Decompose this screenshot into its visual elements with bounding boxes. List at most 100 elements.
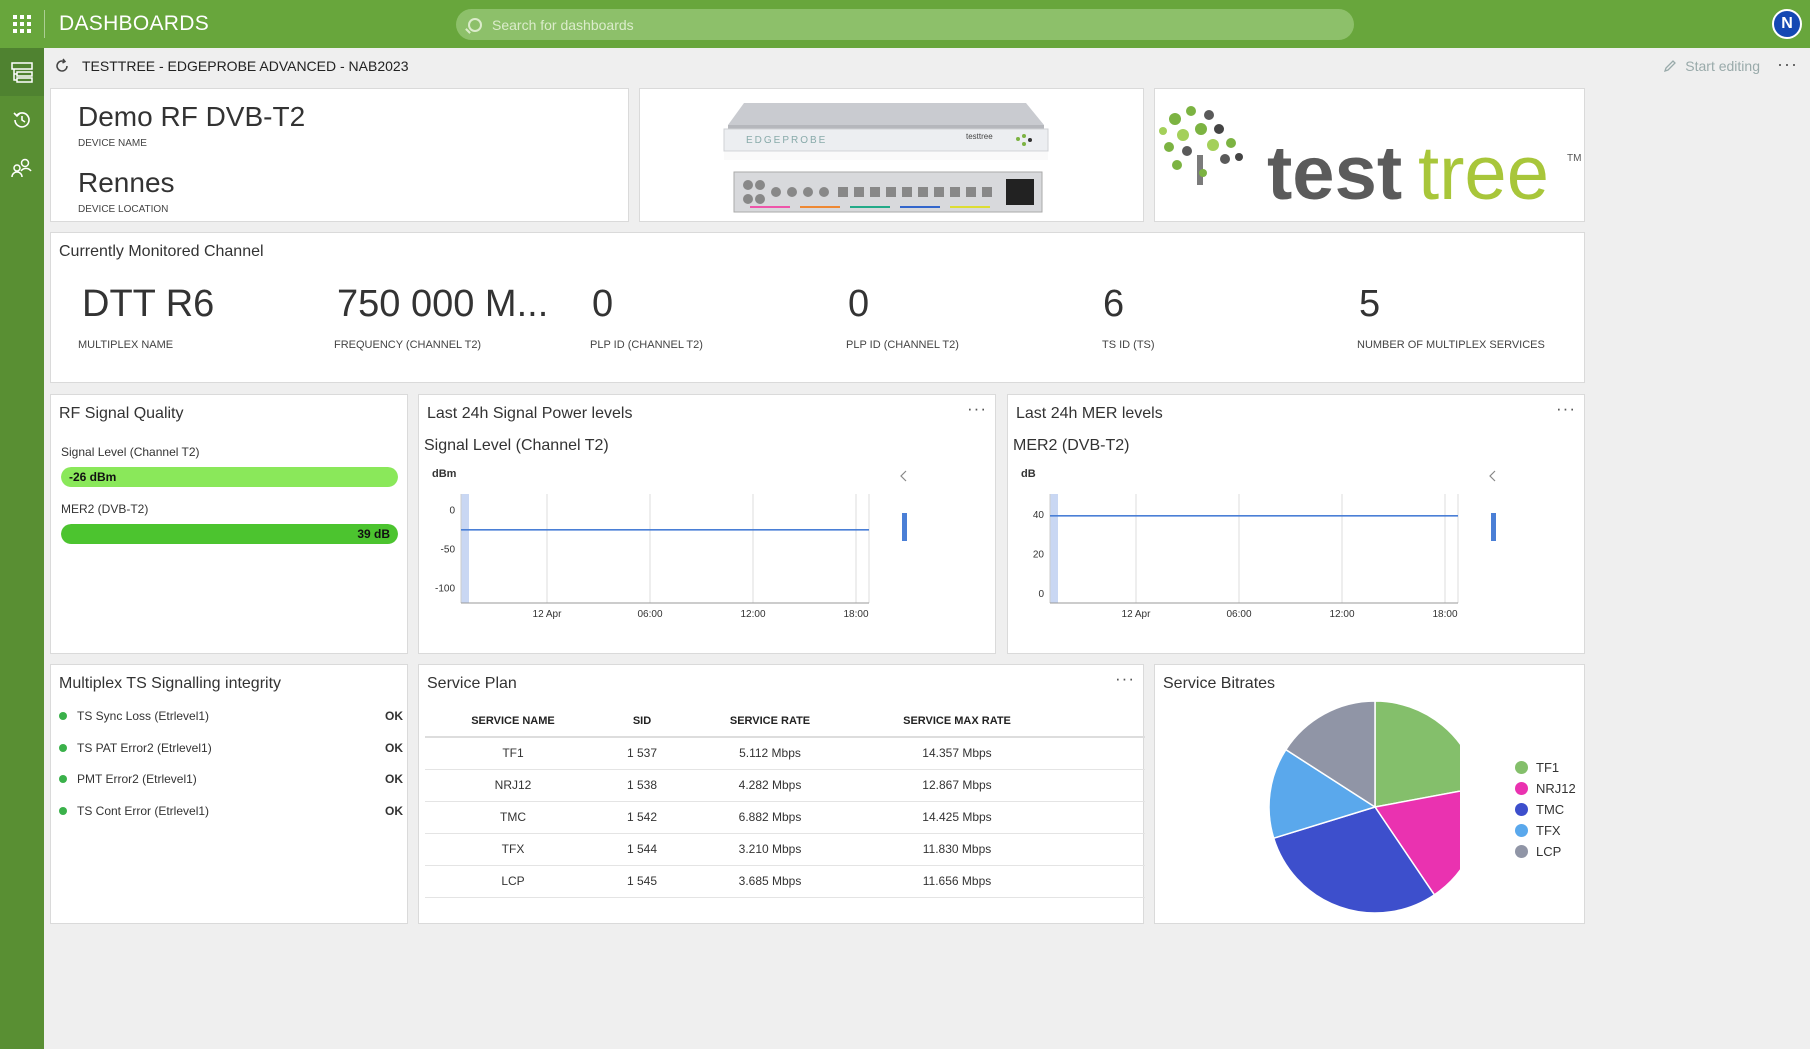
more-options-icon[interactable]: ···: [1777, 54, 1798, 75]
cell-rate: 6.882 Mbps: [683, 801, 857, 834]
logo-text-tree: tree: [1418, 131, 1549, 216]
pencil-icon: [1664, 60, 1677, 73]
legend-item[interactable]: LCP: [1515, 844, 1561, 859]
signal-line-chart: dBm 12 Apr 06:00 12:00 18:00 0 -50 -100: [432, 468, 907, 620]
list-item: TS Cont Error (Etrlevel1) OK: [59, 801, 407, 821]
cell-rate: 4.282 Mbps: [683, 769, 857, 802]
list-item: TS PAT Error2 (Etrlevel1) OK: [59, 738, 407, 758]
multiplex-name-value: DTT R6: [82, 283, 215, 325]
cell-max-rate: 12.867 Mbps: [857, 769, 1057, 802]
services-count-value: 5: [1359, 283, 1381, 325]
plp-id-value-2: 0: [848, 283, 870, 325]
nav-users[interactable]: [0, 144, 44, 192]
x-tick-label: 18:00: [1432, 609, 1457, 620]
more-options-icon[interactable]: ···: [967, 399, 987, 419]
cell-sid: 1 544: [601, 833, 683, 866]
scroll-indicator: [1491, 513, 1496, 541]
cell-max-rate: 14.357 Mbps: [857, 737, 1057, 770]
start-editing-button[interactable]: Start editing: [1663, 58, 1760, 74]
legend-item[interactable]: TMC: [1515, 802, 1564, 817]
cell-max-rate: 14.425 Mbps: [857, 801, 1057, 834]
ts-integrity-card: Multiplex TS Signalling integrity TS Syn…: [50, 664, 408, 924]
app-title[interactable]: DASHBOARDS: [59, 12, 457, 36]
breadcrumb: TESTTREE - EDGEPROBE ADVANCED - NAB2023: [82, 58, 409, 74]
legend-item[interactable]: TFX: [1515, 823, 1561, 838]
cell-sid: 1 538: [601, 769, 683, 802]
device-name-caption: DEVICE NAME: [78, 138, 147, 149]
nav-history[interactable]: [0, 96, 44, 144]
chevron-left-icon: [1489, 470, 1496, 482]
item-label: TS Sync Loss (Etrlevel1): [77, 709, 210, 723]
y-tick-label: 0: [1038, 589, 1044, 600]
start-editing-label: Start editing: [1685, 58, 1760, 74]
plp-id-value-1: 0: [592, 283, 614, 325]
avatar[interactable]: N: [1772, 9, 1802, 39]
status-dot: [59, 807, 67, 815]
x-tick-label: 06:00: [637, 609, 662, 620]
card-title: RF Signal Quality: [59, 405, 184, 422]
status-badge: OK: [385, 804, 403, 818]
table-row: TMC 1 542 6.882 Mbps 14.425 Mbps: [425, 801, 1145, 834]
legend-swatch: [1515, 761, 1528, 774]
chart-range-band: [461, 494, 469, 603]
column-header[interactable]: SID: [601, 705, 683, 738]
service-plan-table: SERVICE NAME SID SERVICE RATE SERVICE MA…: [425, 705, 1145, 898]
y-tick-label: 20: [1033, 549, 1045, 560]
cell-service-name: NRJ12: [425, 769, 601, 802]
card-title: Service Plan: [427, 675, 517, 692]
more-options-icon[interactable]: ···: [1556, 399, 1576, 419]
card-title: Currently Monitored Channel: [59, 243, 264, 260]
column-header[interactable]: SERVICE NAME: [425, 705, 601, 738]
status-dot: [59, 744, 67, 752]
status-dot: [59, 712, 67, 720]
status-badge: OK: [385, 772, 403, 786]
monitored-channel-card: Currently Monitored Channel DTT R6 MULTI…: [50, 232, 1585, 383]
status-dot: [59, 775, 67, 783]
more-options-icon[interactable]: ···: [1115, 669, 1135, 689]
y-axis-unit: dB: [1021, 468, 1036, 480]
y-tick-label: -50: [441, 545, 456, 556]
item-label: TS Cont Error (Etrlevel1): [77, 804, 210, 818]
list-item: TS Sync Loss (Etrlevel1) OK: [59, 706, 407, 726]
column-header[interactable]: SERVICE RATE: [683, 705, 857, 738]
services-count-caption: NUMBER OF MULTIPLEX SERVICES: [1357, 339, 1545, 351]
card-title: Last 24h MER levels: [1016, 405, 1163, 422]
search-input[interactable]: Search for dashboards: [456, 9, 1354, 40]
device-name: Demo RF DVB-T2: [78, 101, 306, 132]
multiplex-name-caption: MULTIPLEX NAME: [78, 339, 174, 351]
list-item: PMT Error2 (Etrlevel1) OK: [59, 769, 407, 789]
refresh-icon[interactable]: [54, 58, 70, 74]
mer-fill: 39 dB: [61, 524, 398, 544]
product-image-card: EDGEPROBE testtree: [639, 88, 1144, 222]
plp-id-caption-2: PLP ID (CHANNEL T2): [846, 339, 959, 351]
legend-item[interactable]: NRJ12: [1515, 781, 1576, 796]
top-bar: DASHBOARDS Search for dashboards N: [0, 0, 1810, 48]
card-title: Last 24h Signal Power levels: [427, 405, 633, 422]
left-nav: [0, 48, 44, 1049]
legend-swatch: [1515, 803, 1528, 816]
column-header[interactable]: SERVICE MAX RATE: [857, 705, 1057, 738]
ts-id-value: 6: [1103, 283, 1125, 325]
device-location: Rennes: [78, 167, 175, 198]
legend-item[interactable]: TF1: [1515, 760, 1559, 775]
bitrates-pie-chart: [1268, 700, 1460, 914]
signal-power-chart-card: Last 24h Signal Power levels ··· Signal …: [418, 394, 996, 654]
legend-swatch: [1515, 782, 1528, 795]
logo-text-test: test: [1267, 131, 1402, 216]
mer-value: 39 dB: [357, 527, 390, 541]
signal-level-bar: -26 dBm: [61, 467, 398, 487]
status-badge: OK: [385, 709, 403, 723]
legend-swatch: [1515, 845, 1528, 858]
dashboard-tree-icon: [11, 62, 33, 83]
x-tick-label: 12 Apr: [1122, 609, 1152, 620]
nav-dashboards[interactable]: [0, 48, 44, 96]
testtree-logo: test tree TM: [1159, 106, 1581, 216]
legend-label: NRJ12: [1536, 781, 1576, 796]
legend-label: TF1: [1536, 760, 1560, 775]
legend-label: TMC: [1536, 802, 1565, 817]
search-placeholder: Search for dashboards: [492, 16, 634, 33]
service-plan-card: Service Plan ··· SERVICE NAME SID SERVIC…: [418, 664, 1145, 924]
app-launcher-icon[interactable]: [0, 0, 44, 48]
legend-swatch: [1515, 824, 1528, 837]
y-tick-label: 0: [449, 506, 455, 517]
